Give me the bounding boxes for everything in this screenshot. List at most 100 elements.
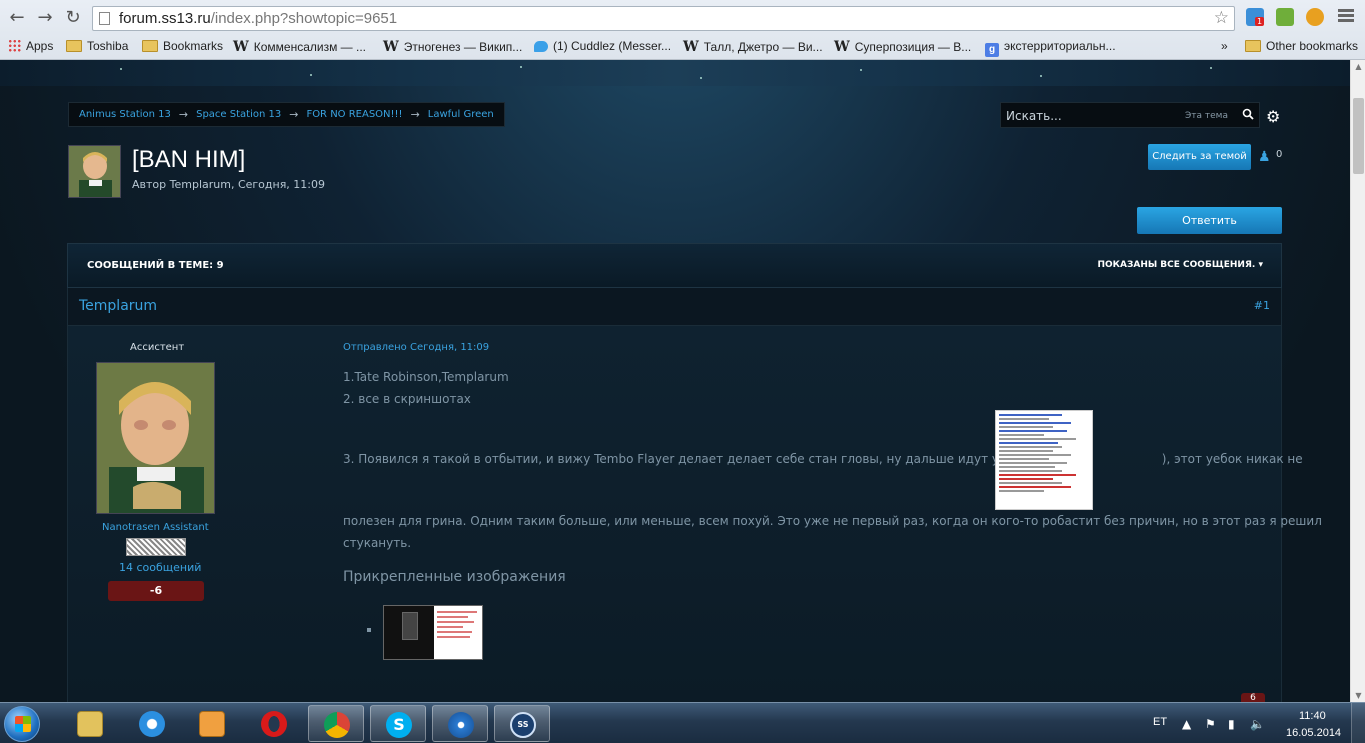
arrow-right-icon: → [410,108,420,121]
breadcrumb-item[interactable]: Space Station 13 [196,109,281,120]
bookmark-label: Этногенез — Викип... [403,40,523,54]
bookmark-link[interactable]: W Комменсализм — ... [233,39,366,55]
scroll-thumb[interactable] [1353,98,1364,174]
attachment-thumbnail[interactable] [383,605,483,660]
taskbar-internet-explorer[interactable] [124,705,180,742]
reply-button[interactable]: Ответить [1137,207,1282,234]
extension-icon[interactable] [1276,8,1294,26]
posts-count: СООБЩЕНИЙ В ТЕМЕ: 9 [87,260,224,271]
menu-icon[interactable] [1338,9,1354,24]
bookmark-apps[interactable]: Apps [8,39,53,53]
forum-page: Animus Station 13 → Space Station 13 → F… [0,60,1350,702]
url-host: forum.ss13.ru [119,10,211,27]
windows-taskbar: S SS ET ▲ ⚑ ▮ 🔈 11:40 16.05.2014 [0,702,1365,743]
arrow-right-icon: → [289,108,299,121]
tray-flag-icon[interactable]: ⚑ [1205,717,1216,731]
taskbar-chrome[interactable] [308,705,364,742]
avatar[interactable] [96,362,215,514]
tray-network-icon[interactable]: ▮ [1228,717,1235,731]
bookmark-link[interactable]: W Этногенез — Викип... [383,39,522,55]
scroll-up-arrow-icon[interactable]: ▲ [1353,62,1364,71]
show-desktop-button[interactable] [1351,703,1365,743]
bookmark-label: (1) Cuddlez (Messer... [553,39,672,53]
other-bookmarks[interactable]: Other bookmarks [1245,39,1358,53]
taskbar-media-player[interactable] [184,705,240,742]
wikipedia-icon: W [683,39,699,55]
opera-icon [261,711,287,737]
bookmark-label: Талл, Джетро — Ви... [703,40,823,54]
posts-filter-dropdown[interactable]: ПОКАЗАНЫ ВСЕ СООБЩЕНИЯ. ▾ [1097,260,1263,270]
reload-icon[interactable]: ↻ [62,7,84,29]
back-arrow-icon[interactable]: ← [6,7,28,29]
search-input[interactable]: Искать... [1006,109,1062,123]
taskbar-ss13[interactable]: SS [494,705,550,742]
taskbar-opera[interactable] [246,705,302,742]
breadcrumb-item[interactable]: Lawful Green [428,109,494,120]
taskbar-explorer[interactable] [62,705,118,742]
apps-grid-icon [8,39,21,52]
followers-count: 0 [1276,149,1283,160]
list-bullet [367,628,371,632]
avatar[interactable] [68,145,121,198]
volume-icon[interactable]: 🔈 [1250,717,1265,731]
user-group: Ассистент [130,342,185,353]
bookmark-link[interactable]: W Талл, Джетро — Ви... [683,39,823,55]
breadcrumb: Animus Station 13 → Space Station 13 → F… [68,102,505,127]
language-indicator[interactable]: ET [1153,716,1167,728]
post-text-line: полезен для грина. Одним таким больше, и… [343,514,1322,528]
tray-expand-icon[interactable]: ▲ [1182,717,1191,731]
breadcrumb-item[interactable]: FOR NO REASON!!! [306,109,402,120]
reputation-badge[interactable]: -6 [108,581,204,601]
extension-icon[interactable] [1306,8,1324,26]
bookmark-link[interactable]: W Суперпозиция — В... [834,39,971,55]
bookmark-label: экстерриториальн... [1004,39,1116,53]
posts-filter-label: ПОКАЗАНЫ ВСЕ СООБЩЕНИЯ. [1097,260,1256,270]
breadcrumb-item[interactable]: Animus Station 13 [79,109,171,120]
skype-icon: S [386,712,412,738]
caret-down-icon: ▾ [1258,260,1263,270]
bookmark-label: Toshiba [87,39,129,53]
reputation-badge[interactable]: 6 [1241,693,1265,702]
bookmark-link[interactable]: g экстерриториальн... [985,39,1116,57]
post-text-fragment: 3. Появился я такой в отбытии, и вижу Te… [343,452,1055,466]
search-icon[interactable] [1242,108,1254,120]
scroll-down-arrow-icon[interactable]: ▼ [1353,691,1364,700]
post-text-line: стукануть. [343,536,412,550]
clock-time[interactable]: 11:40 [1299,710,1326,722]
search-scope-selector[interactable]: Эта тема [1185,111,1228,121]
followers-icon[interactable]: ♟ [1258,149,1271,165]
gear-icon[interactable]: ⚙ [1266,107,1280,126]
start-button[interactable] [4,706,40,742]
address-bar[interactable]: forum.ss13.ru/index.php?showtopic=9651 ☆ [92,6,1235,31]
inline-screenshot-image[interactable] [995,410,1093,510]
bookmark-label: Apps [26,39,54,53]
follow-topic-button[interactable]: Следить за темой [1148,144,1251,170]
ss13-icon: SS [510,712,536,738]
extension-icon[interactable]: 1 [1246,8,1265,26]
post-text-line: 2. все в скриншотах [343,392,471,406]
post-author-link[interactable]: Templarum [79,298,157,314]
user-post-count[interactable]: 14 сообщений [119,561,201,574]
bookmark-star-icon[interactable]: ☆ [1214,8,1229,28]
clock-date[interactable]: 16.05.2014 [1286,727,1341,739]
bookmark-folder[interactable]: Bookmarks [142,39,223,53]
taskbar-byond[interactable] [432,705,488,742]
avatar-image [69,146,120,197]
bookmark-link[interactable]: (1) Cuddlez (Messer... [534,39,671,53]
bookmarks-overflow[interactable]: » [1221,39,1228,53]
folder-icon [77,711,103,737]
chrome-icon [324,712,350,738]
page-scrollbar[interactable]: ▲ ▼ [1350,60,1365,702]
topic-meta: Автор Templarum, Сегодня, 11:09 [132,178,326,191]
rank-image [126,538,186,556]
browser-chrome: ← → ↻ forum.ss13.ru/index.php?showtopic=… [0,0,1365,60]
search-box: Искать... Эта тема [1000,102,1260,128]
extension-badge: 1 [1255,17,1265,26]
bookmarks-bar: Apps Toshiba Bookmarks W Комменсализм — .… [0,36,1365,58]
bookmark-folder[interactable]: Toshiba [66,39,128,53]
taskbar-skype[interactable]: S [370,705,426,742]
folder-icon [66,40,82,52]
forward-arrow-icon[interactable]: → [34,7,56,29]
post-number-link[interactable]: #1 [1254,299,1270,312]
url-text[interactable]: forum.ss13.ru/index.php?showtopic=9651 [119,10,397,27]
